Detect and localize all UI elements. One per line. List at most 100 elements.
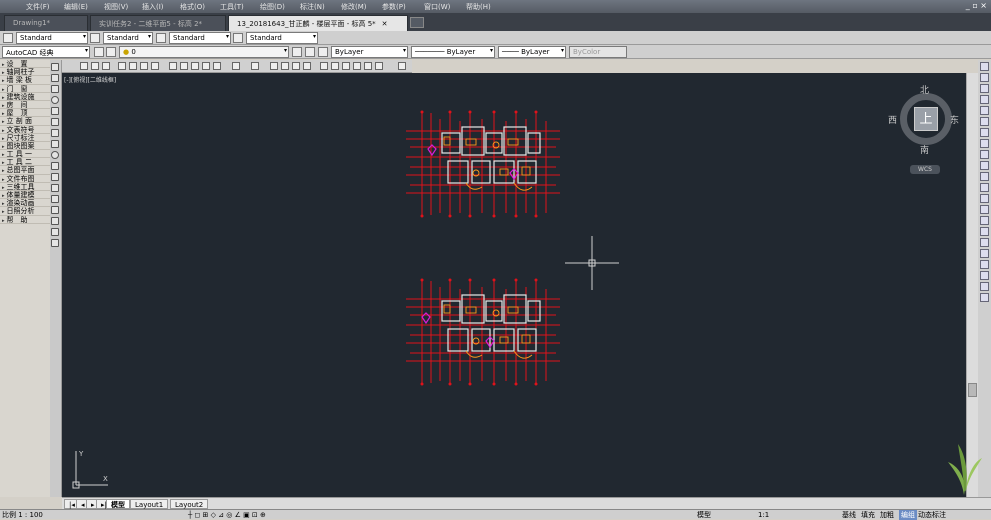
tab-model[interactable]: 模型 [106,499,130,509]
left-menu-item[interactable]: ▸ 建筑设施 [0,93,50,101]
color-select[interactable]: ByLayer ▾ [331,46,408,58]
zoom-previous-icon[interactable] [303,62,311,70]
scrollbar-thumb[interactable] [968,383,977,397]
revcloud-icon[interactable] [51,129,59,137]
circle-icon[interactable] [51,96,59,104]
copy-object-icon[interactable] [980,73,989,82]
left-menu-item[interactable]: ▸ 立 剖 面 [0,117,50,126]
multileader-style-select[interactable]: Standard ▾ [246,32,318,44]
new-icon[interactable] [80,62,88,70]
make-current-icon[interactable] [292,47,302,57]
lineweight-select[interactable]: ──── ByLayer ▾ [498,46,566,58]
layer-select[interactable]: ● 0 ▾ [119,46,289,58]
table-style-select[interactable]: Standard ▾ [169,32,231,44]
layer-previous-icon[interactable] [305,47,315,57]
match-properties-icon[interactable] [202,62,210,70]
left-menu-item[interactable]: ▸ 图块图案 [0,142,50,151]
offset-icon[interactable] [980,95,989,104]
layer-state-icon[interactable] [106,47,116,57]
menu-file[interactable]: 文件(F) [26,2,50,12]
compass-south[interactable]: 南 [920,143,929,156]
erase-icon[interactable] [980,62,989,71]
compass-north[interactable]: 北 [920,83,929,96]
polygon-icon[interactable] [51,118,59,126]
multileader-style-icon[interactable] [233,33,243,43]
menu-dimension[interactable]: 标注(N) [300,2,325,12]
join-icon[interactable] [980,194,989,203]
window-controls[interactable]: _ ▫ × [966,1,987,10]
trim-icon[interactable] [980,161,989,170]
scale-icon[interactable] [980,139,989,148]
zoom-window-icon[interactable] [292,62,300,70]
pan-icon[interactable] [270,62,278,70]
zoom-realtime-icon[interactable] [281,62,289,70]
snap-perpendicular-icon[interactable] [980,293,989,302]
menu-view[interactable]: 视图(V) [104,2,128,12]
tab-layout1[interactable]: Layout1 [130,499,169,509]
compass-east[interactable]: 东 [950,113,959,126]
3d-dwf-icon[interactable] [151,62,159,70]
region-icon[interactable] [51,217,59,225]
left-menu-item[interactable]: ▸ 渲染动画 [0,199,50,208]
new-tab-button[interactable] [410,17,424,28]
left-menu-item[interactable]: ▸ 屋 顶 [0,109,50,118]
left-menu-item[interactable]: ▸ 帮 助 [0,216,50,224]
menu-draw[interactable]: 绘图(D) [260,2,285,12]
snap-midpoint-icon[interactable] [980,260,989,269]
hatch-icon[interactable] [51,195,59,203]
mirror-icon[interactable] [980,84,989,93]
left-menu-item[interactable]: ▸ 工 具 一 [0,150,50,159]
sheet-set-icon[interactable] [353,62,361,70]
snap-endpoint-icon[interactable] [980,249,989,258]
table-icon[interactable] [51,228,59,236]
left-menu-item[interactable]: ▸ 工 具 二 [0,158,50,167]
paste-icon[interactable] [191,62,199,70]
rectangle-icon[interactable] [51,107,59,115]
mtext-icon[interactable] [51,239,59,247]
table-style-icon[interactable] [156,33,166,43]
menu-modify[interactable]: 修改(M) [341,2,367,12]
quickcalc-icon[interactable] [375,62,383,70]
properties-icon[interactable] [320,62,328,70]
dim-style-icon[interactable] [90,33,100,43]
left-menu-item[interactable]: ▸ 总图平面 [0,166,50,175]
drawing-canvas[interactable]: [-][俯视][二维线框] 上 北 南 西 东 WCS Y X [62,73,966,497]
menu-edit[interactable]: 编辑(E) [64,2,88,12]
layer-match-icon[interactable] [318,47,328,57]
block-editor-icon[interactable] [213,62,221,70]
left-menu-item[interactable]: ▸ 门 窗 [0,85,50,93]
fillet-icon[interactable] [980,216,989,225]
snap-center-icon[interactable] [980,282,989,291]
chamfer-icon[interactable] [980,205,989,214]
publish-icon[interactable] [140,62,148,70]
left-menu-item[interactable]: ▸ 日照分析 [0,207,50,216]
left-menu-item[interactable]: ▸ 尺寸标注 [0,134,50,142]
markup-icon[interactable] [364,62,372,70]
left-menu-item[interactable]: ▸ 房 间 [0,101,50,110]
dim-style-select[interactable]: Standard ▾ [103,32,153,44]
spline-icon[interactable] [51,140,59,148]
arc-icon[interactable] [51,85,59,93]
object-snap-icon[interactable] [980,238,989,247]
rotate-icon[interactable] [980,128,989,137]
left-menu-item[interactable]: ▸ 轴网柱子 [0,68,50,77]
view-cube[interactable]: 上 北 南 西 东 WCS [888,83,960,181]
help-icon[interactable] [398,62,406,70]
cut-icon[interactable] [169,62,177,70]
workspace-select[interactable]: AutoCAD 经典 ▾ [2,46,90,58]
menu-insert[interactable]: 插入(I) [142,2,164,12]
redo-icon[interactable] [251,62,259,70]
menu-parameter[interactable]: 参数(P) [382,2,406,12]
gradient-icon[interactable] [51,206,59,214]
save-icon[interactable] [102,62,110,70]
left-menu-item[interactable]: ▸ 三维工具 [0,183,50,191]
design-center-icon[interactable] [331,62,339,70]
move-icon[interactable] [980,117,989,126]
break-icon[interactable] [980,183,989,192]
print-icon[interactable] [118,62,126,70]
line-icon[interactable] [51,63,59,71]
left-menu-item[interactable]: ▸ 文表符号 [0,126,50,134]
tab-layout2[interactable]: Layout2 [170,499,209,509]
view-cube-top-face[interactable]: 上 [914,107,938,131]
menu-tools[interactable]: 工具(T) [220,2,244,12]
